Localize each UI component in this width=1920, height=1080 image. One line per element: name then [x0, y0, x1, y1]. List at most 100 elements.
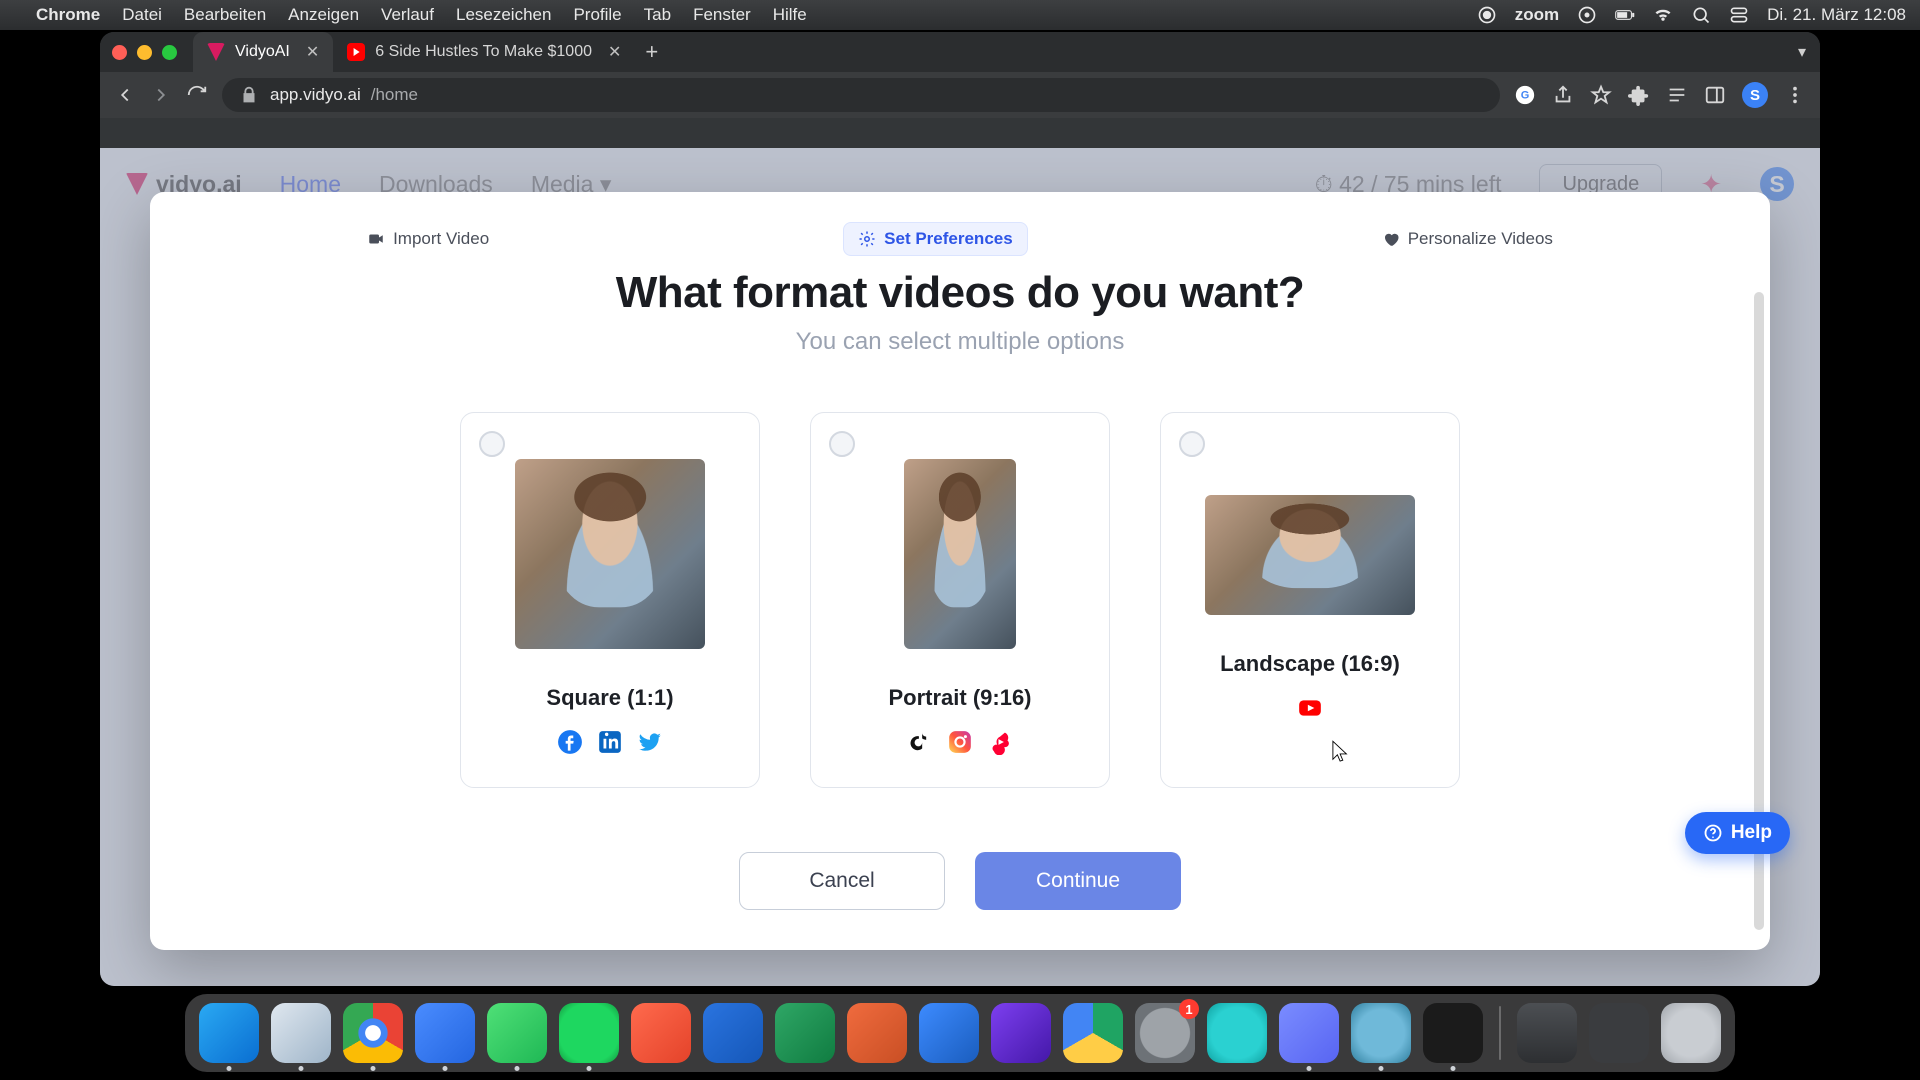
card-label: Square (1:1) [546, 685, 673, 711]
page-content: vidyo.ai Home Downloads Media ▾ ⏱ 42 / 7… [100, 148, 1820, 986]
menubar-app-name[interactable]: Chrome [36, 5, 100, 25]
search-icon[interactable] [1691, 5, 1711, 25]
tab-title: 6 Side Hustles To Make $1000 [375, 43, 592, 61]
dock-todoist[interactable] [631, 1003, 691, 1063]
url-path: /home [371, 85, 418, 105]
macos-dock: 1 [185, 994, 1735, 1072]
browser-window: VidyoAI ✕ 6 Side Hustles To Make $1000 ✕… [100, 32, 1820, 986]
dock-quicktime[interactable] [1351, 1003, 1411, 1063]
share-icon[interactable] [1552, 84, 1574, 106]
card-label: Portrait (9:16) [888, 685, 1031, 711]
dock-powerpoint[interactable] [847, 1003, 907, 1063]
dock-excel[interactable] [775, 1003, 835, 1063]
modal-actions: Cancel Continue [190, 852, 1730, 910]
reload-icon[interactable] [186, 84, 208, 106]
thumb-portrait [904, 459, 1016, 649]
address-bar[interactable]: app.vidyo.ai/home [222, 78, 1500, 112]
back-icon[interactable] [114, 84, 136, 106]
vidyo-favicon [207, 43, 225, 61]
dock-mission[interactable] [1589, 1003, 1649, 1063]
dock-zoom[interactable] [415, 1003, 475, 1063]
menu-bearbeiten[interactable]: Bearbeiten [184, 5, 266, 25]
dock-imovie[interactable] [991, 1003, 1051, 1063]
close-tab-icon[interactable]: ✕ [608, 42, 621, 62]
menu-profile[interactable]: Profile [573, 5, 621, 25]
menu-verlauf[interactable]: Verlauf [381, 5, 434, 25]
readlist-icon[interactable] [1666, 84, 1688, 106]
wifi-icon[interactable] [1653, 5, 1673, 25]
menubar-datetime[interactable]: Di. 21. März 12:08 [1767, 5, 1906, 25]
card-square[interactable]: Square (1:1) [460, 412, 760, 788]
checkbox-portrait[interactable] [829, 431, 855, 457]
dock-word[interactable] [919, 1003, 979, 1063]
gear-icon [858, 230, 876, 248]
dock-trello[interactable] [703, 1003, 763, 1063]
dock-siri[interactable] [1207, 1003, 1267, 1063]
dock-audio[interactable] [1423, 1003, 1483, 1063]
tiktok-icon [907, 729, 933, 755]
dock-chrome[interactable] [343, 1003, 403, 1063]
stepper: Import Video Set Preferences Personalize… [190, 222, 1730, 256]
format-cards: Square (1:1) Portrait (9:16) [190, 412, 1730, 788]
close-tab-icon[interactable]: ✕ [306, 42, 319, 62]
tabs-overflow-icon[interactable]: ▾ [1798, 42, 1806, 62]
profile-avatar[interactable]: S [1742, 82, 1768, 108]
tab-title: VidyoAI [235, 43, 290, 61]
menu-anzeigen[interactable]: Anzeigen [288, 5, 359, 25]
tab-vidyoai[interactable]: VidyoAI ✕ [193, 32, 333, 72]
dock-settings[interactable]: 1 [1135, 1003, 1195, 1063]
dock-drive[interactable] [1063, 1003, 1123, 1063]
youtube-favicon [347, 43, 365, 61]
linkedin-icon [597, 729, 623, 755]
thumb-landscape [1205, 495, 1415, 615]
dock-discord[interactable] [1279, 1003, 1339, 1063]
new-tab-button[interactable]: + [645, 39, 658, 65]
menu-lesezeichen[interactable]: Lesezeichen [456, 5, 551, 25]
sidepanel-icon[interactable] [1704, 84, 1726, 106]
format-modal: Import Video Set Preferences Personalize… [150, 192, 1770, 950]
menu-fenster[interactable]: Fenster [693, 5, 751, 25]
browser-toolbar: app.vidyo.ai/home G S [100, 72, 1820, 118]
kebab-icon[interactable] [1784, 84, 1806, 106]
menu-datei[interactable]: Datei [122, 5, 162, 25]
window-controls[interactable] [112, 45, 177, 60]
svg-text:G: G [1521, 90, 1530, 102]
forward-icon[interactable] [150, 84, 172, 106]
cancel-button[interactable]: Cancel [739, 852, 945, 910]
checkbox-square[interactable] [479, 431, 505, 457]
socials-square [557, 729, 663, 755]
card-landscape[interactable]: Landscape (16:9) [1160, 412, 1460, 788]
gprofile-icon[interactable]: G [1514, 84, 1536, 106]
continue-button[interactable]: Continue [975, 852, 1181, 910]
extensions-icon[interactable] [1628, 84, 1650, 106]
dock-safari[interactable] [271, 1003, 331, 1063]
menu-hilfe[interactable]: Hilfe [773, 5, 807, 25]
heart-icon [1382, 230, 1400, 248]
step-personalize[interactable]: Personalize Videos [1368, 222, 1567, 256]
socials-landscape [1297, 695, 1323, 721]
control-center-icon[interactable] [1729, 5, 1749, 25]
screenrec-icon[interactable] [1577, 5, 1597, 25]
step-import[interactable]: Import Video [353, 222, 503, 256]
battery-icon[interactable] [1615, 5, 1635, 25]
zoom-status[interactable]: zoom [1515, 5, 1559, 25]
card-portrait[interactable]: Portrait (9:16) [810, 412, 1110, 788]
step-preferences[interactable]: Set Preferences [843, 222, 1028, 256]
checkbox-landscape[interactable] [1179, 431, 1205, 457]
tab-youtube[interactable]: 6 Side Hustles To Make $1000 ✕ [333, 32, 635, 72]
help-button[interactable]: Help [1685, 812, 1790, 854]
ytshorts-icon [987, 729, 1013, 755]
menu-tab[interactable]: Tab [644, 5, 671, 25]
bookmark-icon[interactable] [1590, 84, 1612, 106]
facebook-icon [557, 729, 583, 755]
socials-portrait [907, 729, 1013, 755]
url-host: app.vidyo.ai [270, 85, 361, 105]
dock-whatsapp[interactable] [487, 1003, 547, 1063]
modal-title: What format videos do you want? [190, 268, 1730, 318]
dock-spotify[interactable] [559, 1003, 619, 1063]
dock-trash[interactable] [1661, 1003, 1721, 1063]
dock-calculator[interactable] [1517, 1003, 1577, 1063]
dock-finder[interactable] [199, 1003, 259, 1063]
record-icon[interactable] [1477, 5, 1497, 25]
modal-subtitle: You can select multiple options [190, 328, 1730, 356]
